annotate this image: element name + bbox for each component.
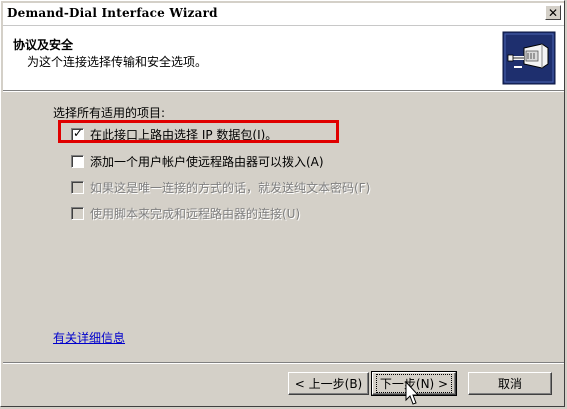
wizard-header: 协议及安全 为这个连接选择传输和安全选项。 bbox=[3, 26, 564, 90]
option-label: 如果这是唯一连接的方式的话，就发送纯文本密码(F) bbox=[90, 181, 371, 195]
footer-divider-highlight bbox=[3, 363, 564, 364]
add-user-checkbox[interactable] bbox=[71, 155, 84, 168]
title-bar: Demand-Dial Interface Wizard ✕ bbox=[3, 3, 564, 26]
page-title: 协议及安全 bbox=[13, 38, 74, 52]
cancel-button-label: 取消 bbox=[497, 377, 522, 391]
option-send-plaintext-password: 如果这是唯一连接的方式的话，就发送纯文本密码(F) bbox=[71, 179, 370, 196]
back-button-label: < 上一步(B) bbox=[294, 377, 363, 391]
page-subtitle: 为这个连接选择传输和安全选项。 bbox=[27, 55, 208, 69]
header-divider-highlight bbox=[3, 91, 564, 92]
option-label: 添加一个用户帐户使远程路由器可以拨入(A) bbox=[90, 155, 324, 169]
network-cable-icon bbox=[502, 31, 556, 85]
option-use-script: 使用脚本来完成和远程路由器的连接(U) bbox=[71, 205, 300, 222]
option-add-user-account[interactable]: 添加一个用户帐户使远程路由器可以拨入(A) bbox=[71, 153, 324, 170]
wizard-window: Demand-Dial Interface Wizard ✕ 协议及安全 为这个… bbox=[0, 0, 565, 407]
option-label: 使用脚本来完成和远程路由器的连接(U) bbox=[90, 207, 301, 221]
more-info-link[interactable]: 有关详细信息 bbox=[53, 329, 125, 346]
mouse-cursor-icon bbox=[405, 381, 420, 405]
window-title: Demand-Dial Interface Wizard bbox=[7, 6, 218, 20]
close-icon: ✕ bbox=[547, 5, 559, 20]
options-group-label: 选择所有适用的项目: bbox=[53, 106, 166, 120]
close-button[interactable]: ✕ bbox=[545, 5, 561, 20]
use-script-checkbox bbox=[71, 207, 84, 220]
cancel-button[interactable]: 取消 bbox=[468, 372, 552, 395]
plaintext-password-checkbox bbox=[71, 181, 84, 194]
back-button[interactable]: < 上一步(B) bbox=[288, 372, 369, 395]
highlight-box bbox=[58, 120, 339, 143]
